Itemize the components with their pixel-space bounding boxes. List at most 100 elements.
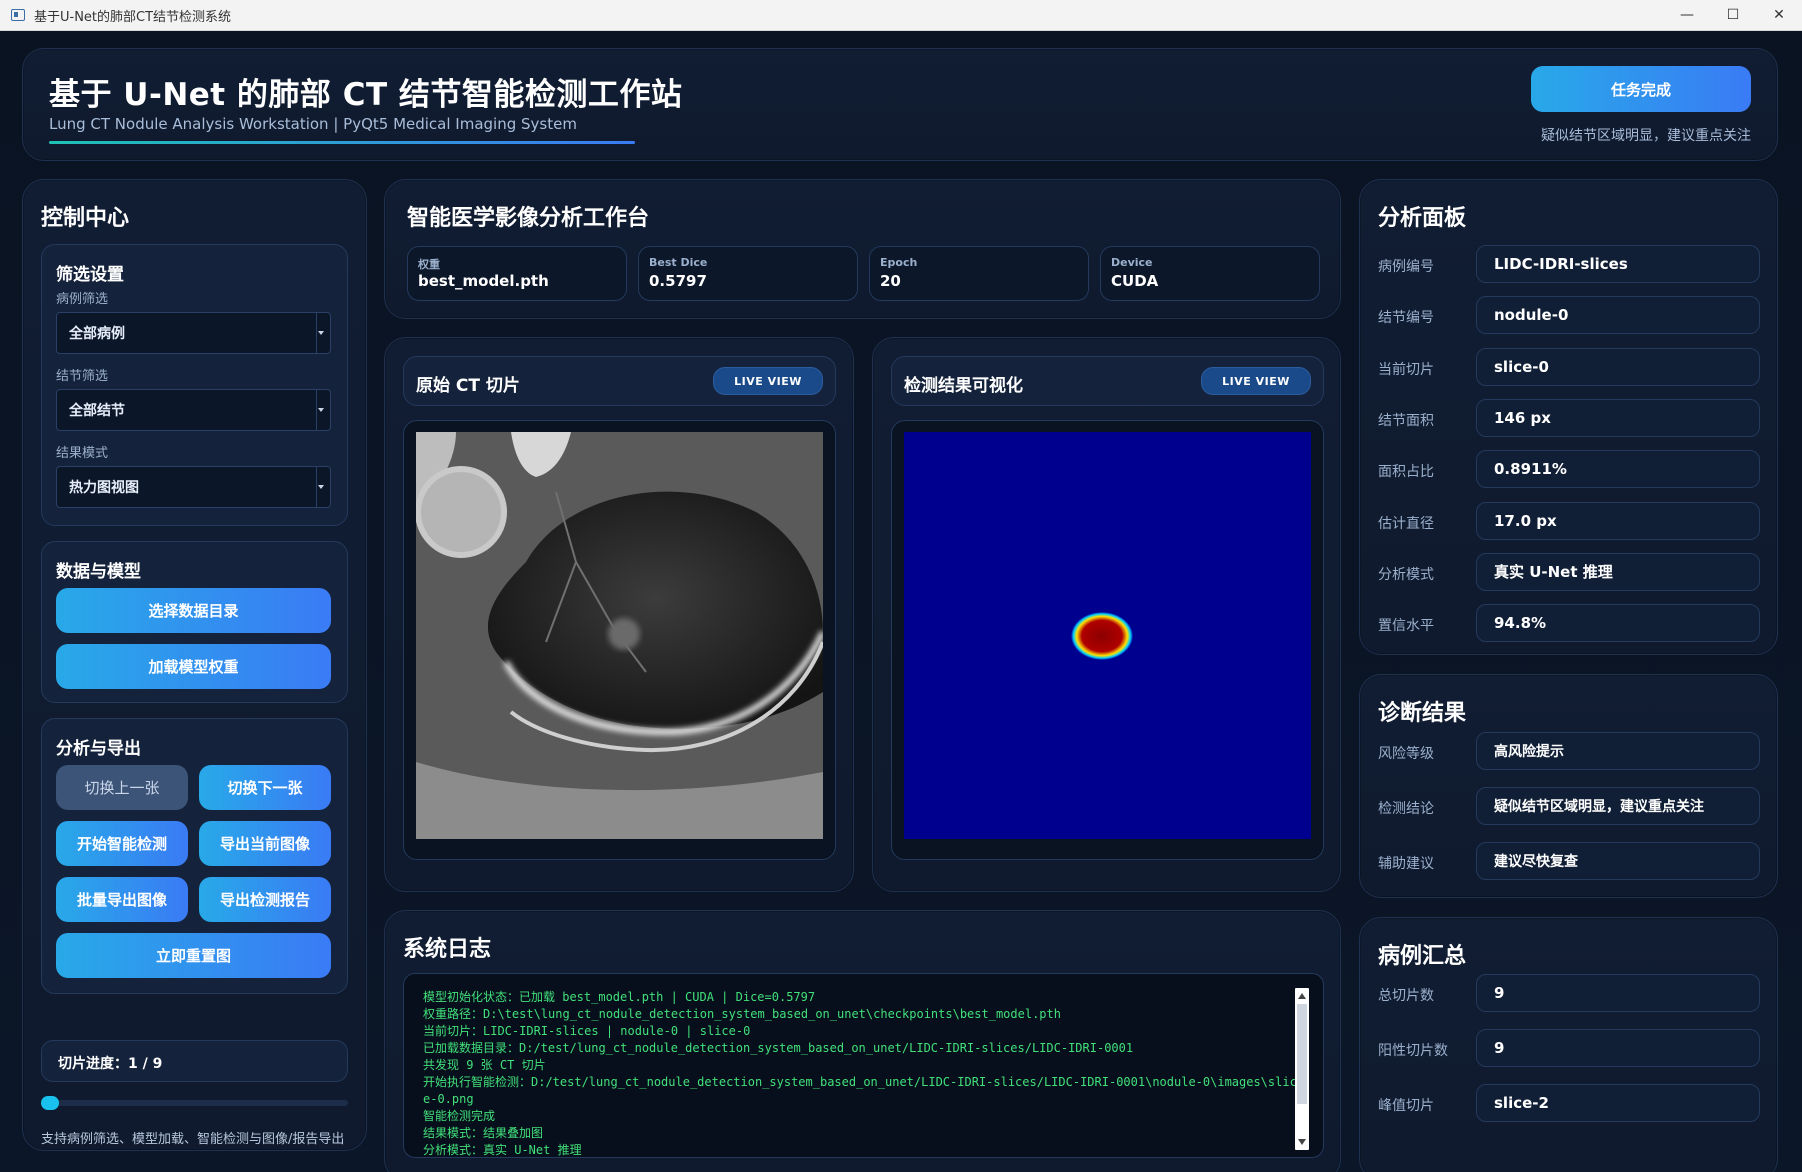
task-complete-button[interactable]: 任务完成 xyxy=(1531,66,1751,112)
workbench-title: 智能医学影像分析工作台 xyxy=(407,206,650,231)
heatmap-image xyxy=(904,432,1311,839)
header-panel: 基于 U-Net 的肺部 CT 结节智能检测工作站 Lung CT Nodule… xyxy=(22,48,1778,161)
original-ct-title: 原始 CT 切片 xyxy=(416,376,520,396)
analysis-row-value: 真实 U-Net 推理 xyxy=(1476,552,1760,591)
summary-row-label: 阳性切片数 xyxy=(1378,1043,1448,1059)
case-filter-label: 病例筛选 xyxy=(56,292,109,307)
original-ct-header: 原始 CT 切片 LIVE VIEW xyxy=(403,356,836,406)
slice-progress-box: 切片进度：1 / 9 xyxy=(41,1040,348,1082)
system-log-title: 系统日志 xyxy=(403,937,492,962)
nodule-filter-select[interactable]: 全部结节 xyxy=(56,389,331,431)
best-dice-chip: Best Dice 0.5797 xyxy=(638,246,858,301)
summary-row-label: 总切片数 xyxy=(1378,988,1434,1004)
chip-value: 0.5797 xyxy=(649,272,707,290)
analysis-row-value: 17.0 px xyxy=(1476,501,1760,540)
filter-section-title: 筛选设置 xyxy=(56,265,124,285)
log-scrollbar[interactable] xyxy=(1295,988,1309,1150)
live-view-badge: LIVE VIEW xyxy=(713,367,823,395)
chevron-down-icon xyxy=(318,331,324,335)
diagnosis-row-value: 疑似结节区域明显，建议重点关注 xyxy=(1476,787,1760,825)
analysis-row-label: 置信水平 xyxy=(1378,618,1434,635)
log-line: 开始执行智能检测：D:/test/lung_ct_nodule_detectio… xyxy=(423,1075,1297,1106)
page-title: 基于 U-Net 的肺部 CT 结节智能检测工作站 xyxy=(49,77,683,113)
ct-slice-image xyxy=(416,432,823,839)
analysis-row-label: 结节面积 xyxy=(1378,412,1434,429)
nodule-filter-value: 全部结节 xyxy=(69,403,125,419)
export-report-button[interactable]: 导出检测报告 xyxy=(199,877,331,922)
case-filter-select[interactable]: 全部病例 xyxy=(56,312,331,354)
slice-slider[interactable] xyxy=(41,1100,348,1106)
log-line: 智能检测完成 xyxy=(423,1109,496,1123)
load-weights-button[interactable]: 加载模型权重 xyxy=(56,644,331,689)
log-line: 已加载数据目录：D:/test/lung_ct_nodule_detection… xyxy=(423,1041,1134,1055)
data-model-section-title: 数据与模型 xyxy=(56,562,141,582)
result-mode-select[interactable]: 热力图视图 xyxy=(56,466,331,508)
analysis-panel: 分析面板 病例编号 LIDC-IDRI-slices 结节编号 nodule-0 当前切… xyxy=(1359,179,1778,655)
log-line: 模型初始化状态：已加载 best_model.pth | CUDA | Dice… xyxy=(423,990,816,1004)
analysis-row-label: 估计直径 xyxy=(1378,515,1434,532)
original-ct-panel: 原始 CT 切片 LIVE VIEW xyxy=(384,337,854,892)
scroll-up-icon[interactable] xyxy=(1298,993,1306,999)
slice-slider-handle[interactable] xyxy=(41,1096,59,1110)
log-lines: 模型初始化状态：已加载 best_model.pth | CUDA | Dice… xyxy=(423,989,1303,1157)
log-line: 共发现 9 张 CT 切片 xyxy=(423,1058,546,1072)
weights-chip: 权重 best_model.pth xyxy=(407,246,627,301)
log-line: 当前切片：LIDC-IDRI-slices | nodule-0 | slice… xyxy=(423,1024,751,1038)
analysis-row-label: 面积占比 xyxy=(1378,464,1434,481)
chip-key: Best Dice xyxy=(649,256,708,269)
analysis-row-label: 结节编号 xyxy=(1378,310,1434,327)
app-root: 基于 U-Net 的肺部 CT 结节智能检测工作站 Lung CT Nodule… xyxy=(0,31,1802,1172)
epoch-chip: Epoch 20 xyxy=(869,246,1089,301)
workbench-panel: 智能医学影像分析工作台 权重 best_model.pth Best Dice … xyxy=(384,179,1341,319)
title-underline xyxy=(49,141,635,144)
case-filter-value: 全部病例 xyxy=(69,326,125,342)
chip-key: Epoch xyxy=(880,256,918,269)
case-summary-title: 病例汇总 xyxy=(1378,944,1467,969)
result-mode-label: 结果模式 xyxy=(56,446,109,461)
analysis-row-value: 94.8% xyxy=(1476,604,1760,643)
export-image-button[interactable]: 导出当前图像 xyxy=(199,821,331,866)
chevron-down-icon xyxy=(318,485,324,489)
batch-export-button[interactable]: 批量导出图像 xyxy=(56,877,188,922)
diagnosis-row-label: 风险等级 xyxy=(1378,746,1434,762)
log-text-area[interactable]: 模型初始化状态：已加载 best_model.pth | CUDA | Dice… xyxy=(403,973,1324,1158)
analysis-row-value: 0.8911% xyxy=(1476,450,1760,489)
minimize-button[interactable]: — xyxy=(1664,0,1710,31)
next-slice-button[interactable]: 切换下一张 xyxy=(199,765,331,810)
app-icon xyxy=(11,9,25,21)
diagnosis-panel: 诊断结果 风险等级 高风险提示 检测结论 疑似结节区域明显，建议重点关注 辅助建议 建议尽… xyxy=(1359,674,1778,898)
select-data-dir-button[interactable]: 选择数据目录 xyxy=(56,588,331,633)
case-summary-panel: 病例汇总 总切片数 9 阳性切片数 9 峰值切片 slice-2 xyxy=(1359,917,1778,1172)
original-ct-frame xyxy=(403,420,836,860)
reset-button[interactable]: 立即重置图 xyxy=(56,933,331,978)
start-detection-button[interactable]: 开始智能检测 xyxy=(56,821,188,866)
summary-row-value: 9 xyxy=(1476,974,1760,1012)
log-line: 结果模式：结果叠加图 xyxy=(423,1126,544,1140)
system-log-panel: 系统日志 模型初始化状态：已加载 best_model.pth | CUDA |… xyxy=(384,910,1341,1172)
scroll-down-icon[interactable] xyxy=(1298,1139,1306,1145)
diagnosis-title: 诊断结果 xyxy=(1378,701,1467,726)
analysis-export-section: 分析与导出 切换上一张 切换下一张 开始智能检测 导出当前图像 批量导出图像 导… xyxy=(41,718,348,994)
summary-row-value: slice-2 xyxy=(1476,1084,1760,1122)
analysis-row-label: 病例编号 xyxy=(1378,259,1434,275)
analysis-row-label: 分析模式 xyxy=(1378,566,1434,583)
prev-slice-button[interactable]: 切换上一张 xyxy=(56,765,188,810)
close-button[interactable]: ✕ xyxy=(1756,0,1802,31)
result-mode-value: 热力图视图 xyxy=(69,480,139,496)
scroll-thumb[interactable] xyxy=(1297,1004,1307,1104)
window-titlebar: 基于U-Net的肺部CT结节检测系统 — ☐ ✕ xyxy=(0,0,1802,31)
chip-value: best_model.pth xyxy=(418,272,549,290)
analysis-row-label: 当前切片 xyxy=(1378,361,1434,378)
page-subtitle: Lung CT Nodule Analysis Workstation | Py… xyxy=(49,115,577,133)
slice-progress-label: 切片进度：1 / 9 xyxy=(58,1056,163,1072)
diagnosis-row-value: 高风险提示 xyxy=(1476,732,1760,770)
control-panel-title: 控制中心 xyxy=(41,206,130,231)
analysis-panel-title: 分析面板 xyxy=(1378,206,1467,231)
log-line: 权重路径：D:\test\lung_ct_nodule_detection_sy… xyxy=(423,1007,1061,1021)
summary-row-label: 峰值切片 xyxy=(1378,1098,1434,1114)
diagnosis-row-label: 辅助建议 xyxy=(1378,856,1434,872)
maximize-button[interactable]: ☐ xyxy=(1710,0,1756,31)
result-title: 检测结果可视化 xyxy=(904,376,1023,396)
analysis-row-value: 146 px xyxy=(1476,398,1760,437)
chip-key: 权重 xyxy=(418,258,440,271)
